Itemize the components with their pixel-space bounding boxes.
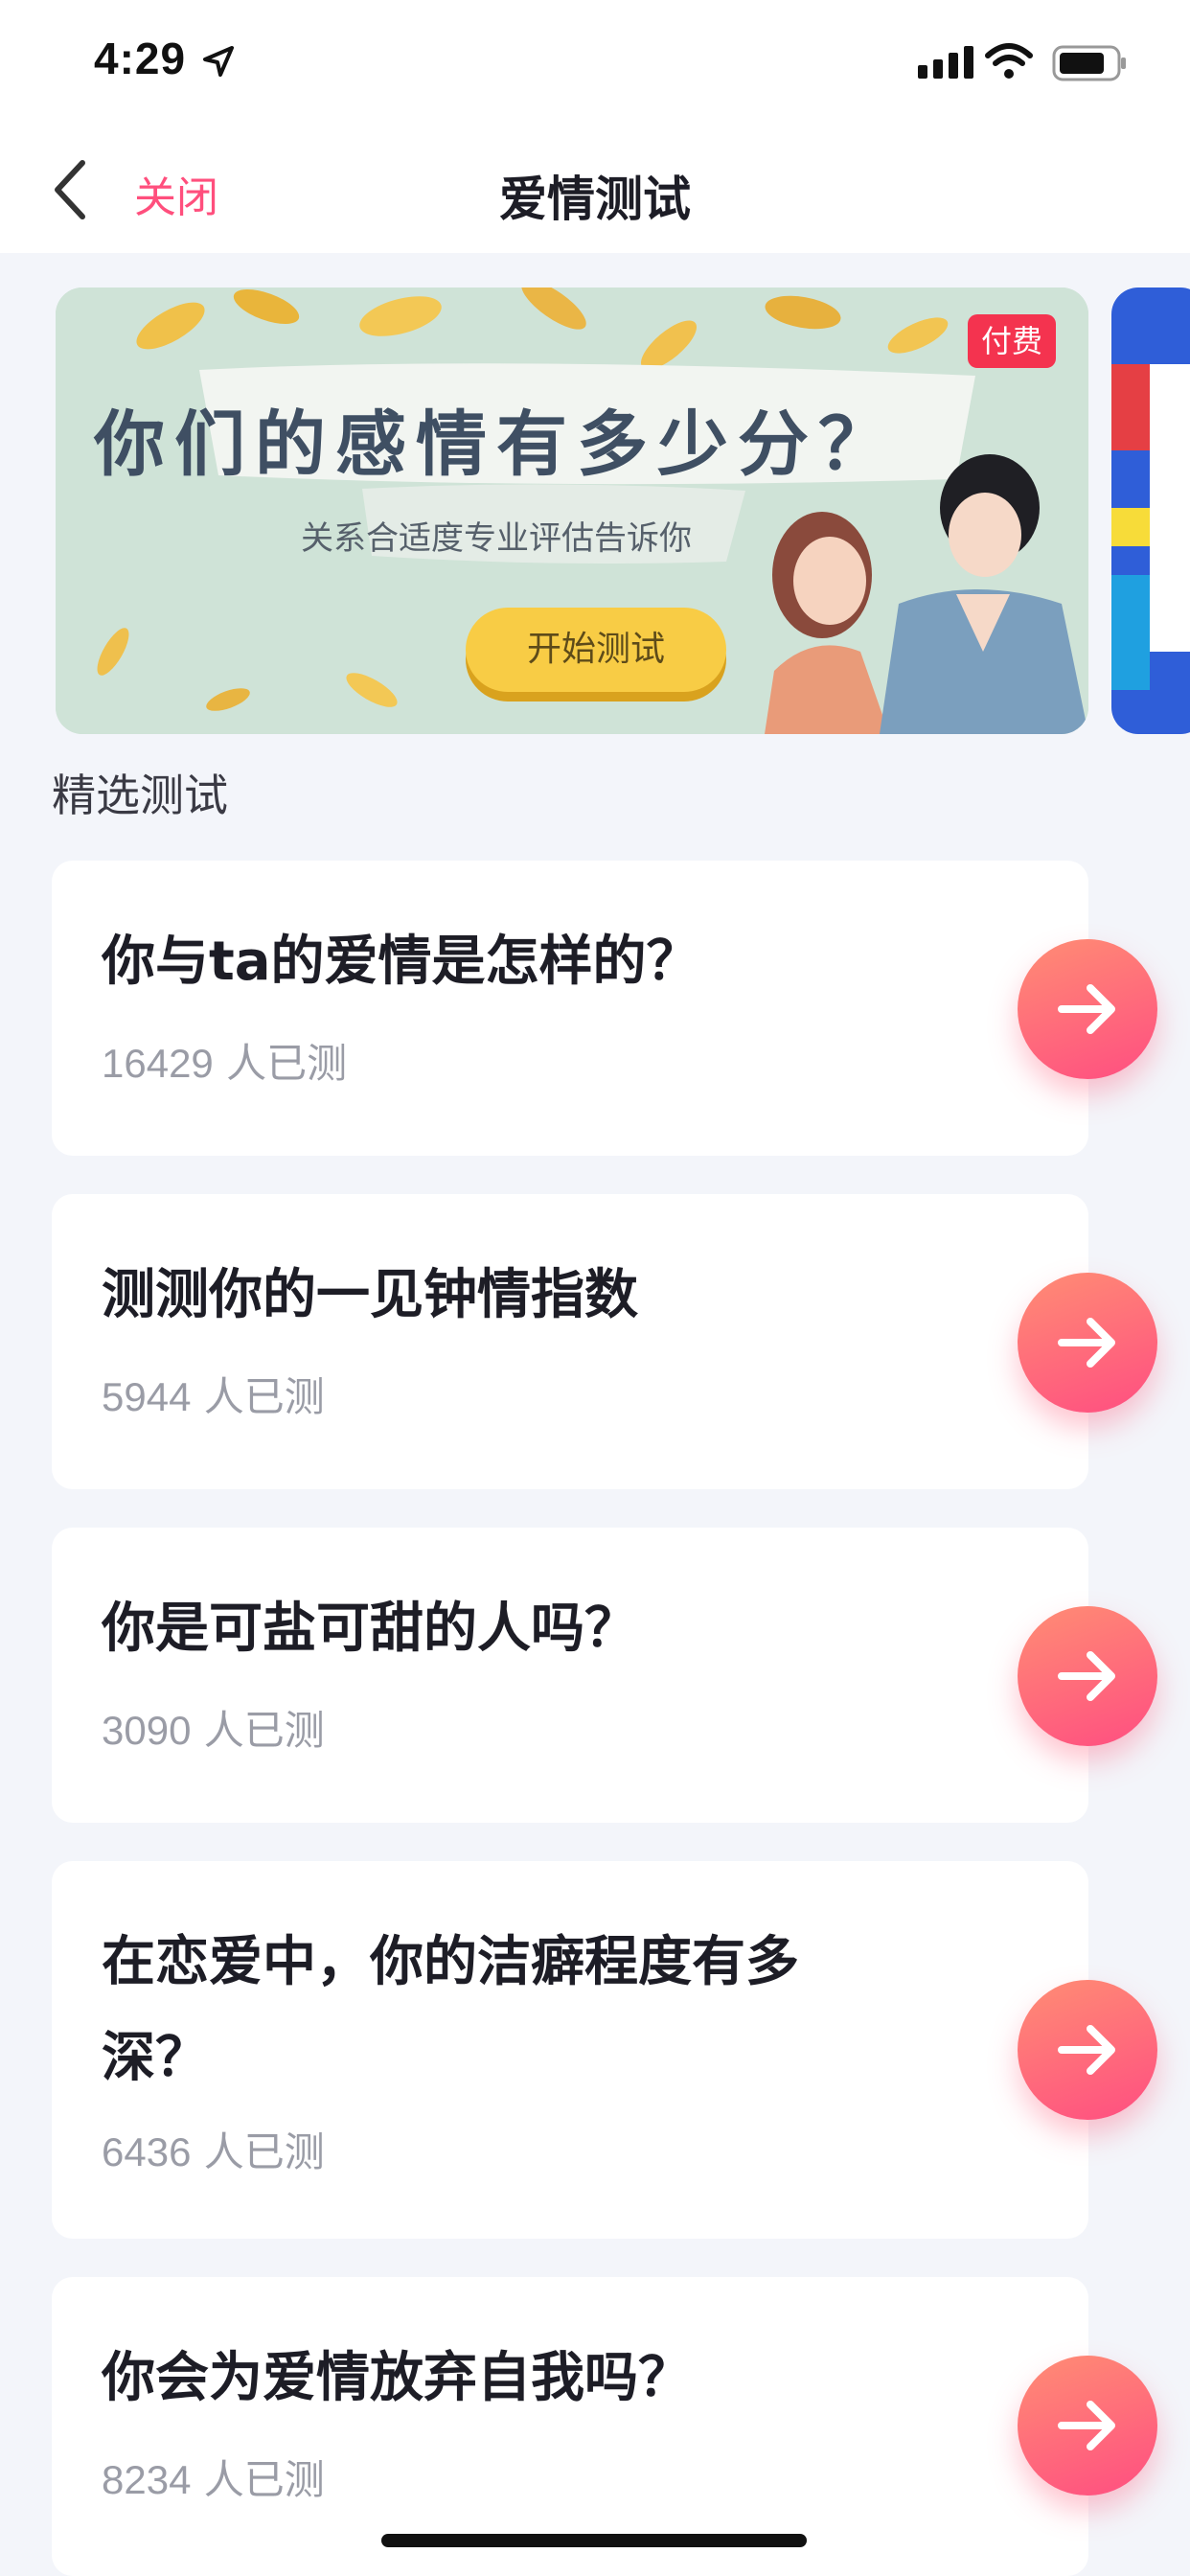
test-count-number: 3090 [102, 1708, 192, 1753]
test-count: 8234 人已测 [102, 2448, 325, 2506]
test-arrow-button[interactable] [1018, 1606, 1157, 1746]
test-count-number: 5944 [102, 1374, 192, 1419]
test-card[interactable]: 你是可盐可甜的人吗？ 3090 人已测 [52, 1528, 1088, 1823]
banner-carousel-next[interactable] [1111, 288, 1190, 734]
test-count-suffix: 人已测 [203, 2128, 325, 2175]
banner-headline: 你们的感情有多少分？ [94, 403, 899, 486]
test-card[interactable]: 你与ta的爱情是怎样的？ 16429 人已测 [52, 861, 1088, 1156]
banner-next-illustration [1111, 288, 1190, 734]
test-title: 测测你的一见钟情指数 [102, 1264, 638, 1326]
test-title: 你是可盐可甜的人吗？ [102, 1598, 638, 1660]
start-test-button[interactable]: 开始测试 [466, 608, 726, 692]
signal-icon [918, 46, 973, 79]
home-indicator [381, 2534, 807, 2547]
banner-subtitle: 关系合适度专业评估告诉你 [301, 519, 692, 558]
test-count-number: 16429 [102, 1041, 214, 1086]
test-count-number: 8234 [102, 2457, 192, 2502]
test-title-line2: 深？ [102, 2027, 209, 2089]
arrow-right-icon [1058, 2401, 1115, 2450]
banner-carousel-item[interactable]: 你们的感情有多少分？ 关系合适度专业评估告诉你 开始测试 付费 [56, 288, 1088, 734]
battery-icon [1052, 45, 1126, 81]
arrow-right-icon [1058, 1318, 1115, 1368]
test-count: 5944 人已测 [102, 1365, 325, 1423]
test-arrow-button[interactable] [1018, 2356, 1157, 2496]
nav-bar: 关闭 爱情测试 [0, 125, 1190, 253]
page-title: 爱情测试 [499, 172, 691, 227]
status-time: 4:29 [94, 34, 187, 83]
arrow-right-icon [1058, 1651, 1115, 1701]
test-count: 16429 人已测 [102, 1031, 347, 1090]
test-count-suffix: 人已测 [226, 1040, 348, 1087]
test-count: 3090 人已测 [102, 1698, 325, 1757]
test-arrow-button[interactable] [1018, 939, 1157, 1079]
location-arrow-icon [203, 46, 234, 77]
test-card[interactable]: 你会为爱情放弃自我吗？ 8234 人已测 [52, 2277, 1088, 2576]
test-title: 你与ta的爱情是怎样的？ [102, 931, 700, 993]
section-title: 精选测试 [52, 770, 228, 821]
test-title: 你会为爱情放弃自我吗？ [102, 2347, 692, 2409]
test-arrow-button[interactable] [1018, 1273, 1157, 1413]
arrow-right-icon [1058, 2025, 1115, 2075]
wifi-icon [985, 43, 1033, 79]
test-count-number: 6436 [102, 2129, 192, 2174]
paid-badge: 付费 [968, 314, 1056, 368]
test-count-suffix: 人已测 [203, 1707, 325, 1754]
arrow-right-icon [1058, 984, 1115, 1034]
test-card[interactable]: 测测你的一见钟情指数 5944 人已测 [52, 1194, 1088, 1489]
status-bar: 4:29 [0, 0, 1190, 125]
test-title-line1: 在恋爱中，你的洁癖程度有多 [102, 1931, 799, 1993]
test-count-suffix: 人已测 [203, 2456, 325, 2503]
test-count: 6436 人已测 [102, 2120, 325, 2178]
test-count-suffix: 人已测 [203, 1373, 325, 1420]
test-card[interactable]: 在恋爱中，你的洁癖程度有多 深？ 6436 人已测 [52, 1861, 1088, 2239]
test-arrow-button[interactable] [1018, 1980, 1157, 2120]
